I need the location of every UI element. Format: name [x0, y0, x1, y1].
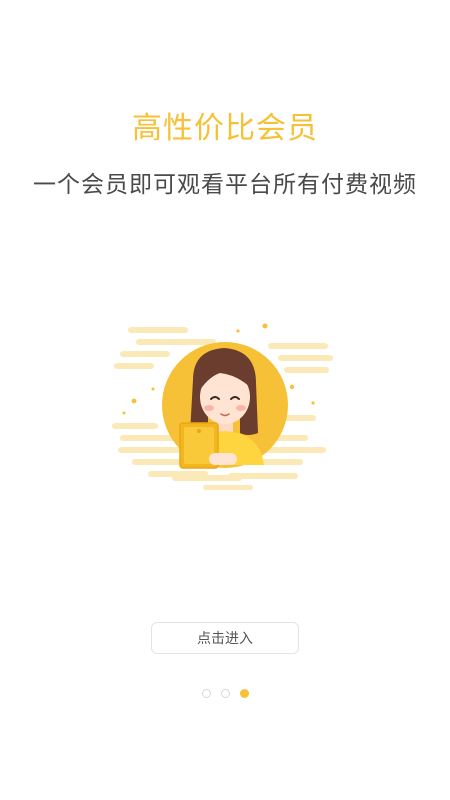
- page-subtitle: 一个会员即可观看平台所有付费视频: [33, 172, 417, 198]
- page-indicator-1[interactable]: [201, 689, 211, 698]
- page-indicator-3[interactable]: [239, 689, 249, 698]
- page-indicator-2[interactable]: [220, 689, 230, 698]
- member-illustration: [112, 323, 333, 490]
- pagination-dots: [0, 689, 450, 698]
- page-title: 高性价比会员: [132, 111, 318, 146]
- enter-button[interactable]: 点击进入: [151, 622, 299, 654]
